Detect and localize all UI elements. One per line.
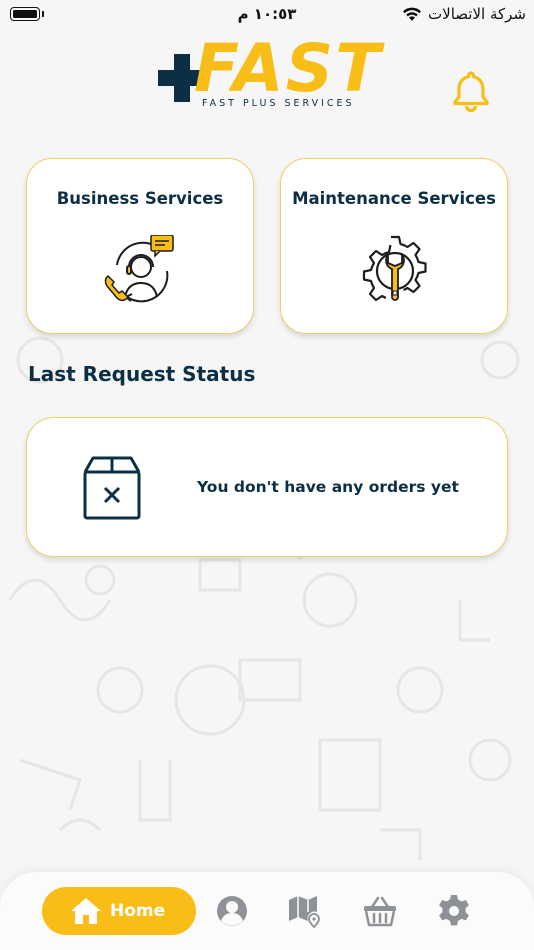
nav-home-label: Home xyxy=(110,901,166,921)
status-bar: ١٠:٥٣ م شركة الاتصالات xyxy=(0,0,534,30)
wrench-gear-icon xyxy=(362,235,427,302)
wifi-icon xyxy=(403,7,422,21)
map-icon[interactable] xyxy=(288,894,322,928)
app-header: FAST FAST PLUS SERVICES xyxy=(0,36,534,116)
bottom-navigation: Home xyxy=(0,872,534,950)
settings-icon[interactable] xyxy=(437,894,471,928)
profile-icon[interactable] xyxy=(215,894,249,928)
logo-word: FAST xyxy=(194,30,383,107)
maintenance-services-label: Maintenance Services xyxy=(292,189,496,208)
business-services-card[interactable]: Business Services xyxy=(26,158,254,334)
logo-subtitle: FAST PLUS SERVICES xyxy=(202,98,355,109)
last-request-title: Last Request Status xyxy=(28,362,256,386)
home-icon xyxy=(71,898,101,924)
fast-logo: FAST FAST PLUS SERVICES xyxy=(158,36,380,114)
empty-box-icon xyxy=(83,456,141,520)
customer-support-icon xyxy=(104,235,174,303)
basket-icon[interactable] xyxy=(363,894,397,928)
business-services-label: Business Services xyxy=(56,189,224,208)
nav-home-button[interactable]: Home xyxy=(42,887,196,935)
no-orders-message: You don't have any orders yet xyxy=(197,478,459,496)
maintenance-services-card[interactable]: Maintenance Services xyxy=(280,158,508,334)
carrier-group: شركة الاتصالات xyxy=(402,5,526,23)
carrier-name: شركة الاتصالات xyxy=(428,5,526,23)
last-request-card: You don't have any orders yet xyxy=(26,417,508,557)
notification-bell-icon[interactable] xyxy=(452,69,490,113)
